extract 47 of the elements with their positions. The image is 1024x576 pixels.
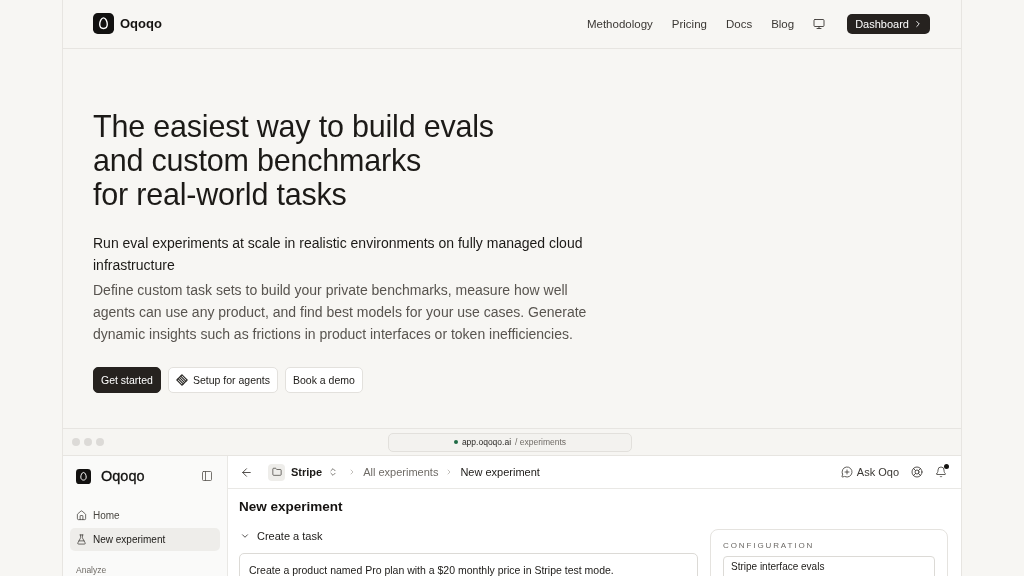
- striped-diamond-icon: [175, 374, 188, 386]
- status-dot-icon: [453, 440, 458, 444]
- monitor-icon[interactable]: [813, 17, 826, 30]
- project-selector[interactable]: Stripe: [268, 463, 339, 481]
- hero-headline: The easiest way to build evals and custom benchmarks for real-world tasks: [93, 109, 495, 211]
- chevron-right-icon: [913, 18, 923, 29]
- window-dot-icon: [96, 438, 104, 446]
- sidebar-item[interactable]: Home: [70, 504, 220, 527]
- window-dot-icon: [84, 438, 92, 446]
- dashboard-button[interactable]: Dashboard: [847, 13, 930, 34]
- notifications-button[interactable]: [935, 466, 947, 478]
- flask-icon: [76, 534, 87, 545]
- name-input[interactable]: Stripe interface evals: [723, 556, 935, 576]
- folder-icon: [268, 463, 285, 481]
- task-input[interactable]: Create a product named Pro plan with a $20 monthly price in Stripe test mode.: [239, 553, 698, 576]
- bell-icon: [935, 466, 947, 478]
- url-field[interactable]: app.oqoqo.ai / experiments: [388, 432, 632, 452]
- breadcrumb-link[interactable]: New experiment: [460, 466, 540, 478]
- brand-name[interactable]: Oqoqo: [120, 16, 162, 31]
- sidebar-toggle-icon[interactable]: [201, 470, 213, 482]
- logo-icon: [93, 13, 114, 34]
- lifebuoy-icon: [911, 466, 923, 478]
- chat-plus-icon: [840, 466, 853, 478]
- window-dot-icon: [72, 438, 80, 446]
- sidebar-item[interactable]: New experiment: [70, 528, 220, 551]
- nav-link[interactable]: Pricing: [671, 17, 707, 30]
- back-button[interactable]: [240, 465, 253, 479]
- setup-agents-button[interactable]: Setup for agents: [167, 367, 278, 393]
- book-demo-button[interactable]: Book a demo: [285, 367, 363, 393]
- page-title: New experiment: [239, 498, 344, 516]
- house-icon: [76, 510, 87, 521]
- breadcrumb-link[interactable]: All experiments: [363, 466, 439, 478]
- chevrons-up-down-icon: [328, 467, 339, 477]
- logo-icon: [76, 468, 91, 484]
- help-button[interactable]: [911, 466, 923, 478]
- configuration-heading: CONFIGURATION: [723, 541, 815, 551]
- sidebar-section-label: Analyze: [76, 565, 108, 575]
- arrow-left-icon: [240, 465, 253, 479]
- hero-description: Define custom task sets to build your private benchmarks, measure how well agents can use any product, and find best models for your use cases. Generate dynamic insights such as frictions in product interfaces or token inefficiencies.: [93, 281, 588, 344]
- nav-link[interactable]: Methodology: [586, 17, 653, 30]
- section-toggle[interactable]: Create a task: [239, 528, 323, 544]
- nav-link[interactable]: Docs: [725, 17, 753, 30]
- ask-button[interactable]: Ask Oqo: [840, 466, 899, 478]
- hero-subtitle: Run eval experiments at scale in realistic environments on fully managed cloud infrastructure: [93, 234, 584, 275]
- nav-link[interactable]: Blog: [771, 17, 795, 30]
- app-brand-name: Oqoqo: [101, 468, 145, 484]
- get-started-button[interactable]: Get started: [93, 367, 161, 393]
